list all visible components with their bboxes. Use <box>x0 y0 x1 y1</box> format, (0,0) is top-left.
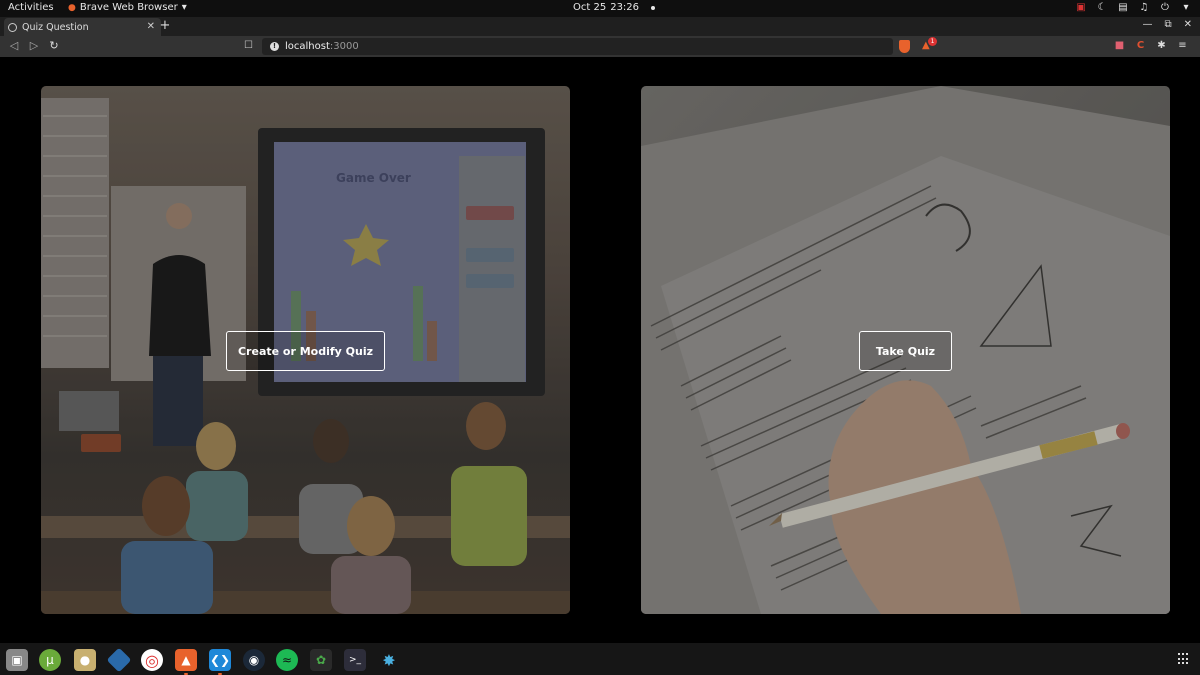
bookmark-icon[interactable]: ☐ <box>244 40 253 51</box>
globe-icon <box>8 22 17 32</box>
archive-icon[interactable]: ● <box>74 649 96 671</box>
brave-icon[interactable]: ▲ <box>175 649 197 675</box>
close-window-icon[interactable]: ✕ <box>1184 19 1192 30</box>
extension-icon[interactable]: ■ <box>1114 40 1125 51</box>
network-icon[interactable] <box>106 647 132 673</box>
restore-icon[interactable]: ⧉ <box>1164 19 1171 30</box>
address-bar[interactable]: ! localhost:3000 <box>262 38 893 55</box>
chevron-down-icon: ▾ <box>1183 2 1189 13</box>
help-lifebuoy-icon[interactable]: ◎ <box>141 649 163 671</box>
minimize-icon[interactable]: — <box>1142 19 1152 30</box>
brave-icon: ● <box>68 2 76 13</box>
clock-time: 23:26 <box>610 2 640 13</box>
url-port: :3000 <box>329 41 359 52</box>
night-light-icon: ☾ <box>1097 2 1107 13</box>
reload-icon[interactable]: ↻ <box>48 40 60 52</box>
files-icon[interactable]: ▣ <box>6 649 28 671</box>
steam-icon[interactable]: ◉ <box>243 649 265 671</box>
back-icon[interactable]: ◁ <box>8 40 20 52</box>
utorrent-icon[interactable]: μ <box>39 649 61 671</box>
extensions-puzzle-icon[interactable]: ✱ <box>1156 40 1167 51</box>
app-name: Brave Web Browser <box>79 2 178 13</box>
brave-rewards-icon[interactable]: ▲ 1 <box>922 37 937 52</box>
create-quiz-card[interactable]: Game Over Create or Modify Quiz <box>41 86 570 614</box>
chevron-down-icon: ▾ <box>181 2 187 13</box>
page-content: Game Over Create or Modify Quiz Take Qui… <box>0 57 1200 643</box>
system-tray[interactable]: ▣ ☾ ▤ ♫ ⏻ ▾ <box>1075 2 1192 14</box>
terminal-icon[interactable]: >_ <box>344 649 366 671</box>
screen-record-icon[interactable]: ▣ <box>1075 2 1087 14</box>
address-toolbar: ◁ ▷ ↻ ☐ ! localhost:3000 ▲ 1 ■ C ✱ ≡ <box>0 36 1200 57</box>
rewards-badge: 1 <box>928 37 937 46</box>
tab-strip: Quiz Question ✕ <box>0 17 1200 36</box>
app-menu[interactable]: ● Brave Web Browser ▾ <box>68 2 187 13</box>
clock-date: Oct 25 <box>573 2 607 13</box>
close-tab-icon[interactable]: ✕ <box>147 21 155 32</box>
create-modify-quiz-button[interactable]: Create or Modify Quiz <box>226 331 385 371</box>
browser-tab[interactable]: Quiz Question ✕ <box>4 18 161 36</box>
vscode-icon[interactable]: ❮❯ <box>209 649 231 675</box>
activities-button[interactable]: Activities <box>8 2 54 13</box>
url-host: localhost <box>285 41 330 52</box>
system-top-bar: Activities ● Brave Web Browser ▾ Oct 25 … <box>0 0 1200 17</box>
take-quiz-card[interactable]: Take Quiz <box>641 86 1170 614</box>
taskbar-dock: ▣ μ ● ◎ ▲ ❮❯ ◉ ≈ ✿ >_ ✸ <box>0 643 1200 675</box>
virus-icon[interactable]: ✸ <box>378 649 400 671</box>
notification-dot-icon <box>651 5 656 10</box>
spotify-icon[interactable]: ≈ <box>276 649 298 671</box>
network-icon: ▤ <box>1118 2 1128 13</box>
take-quiz-button[interactable]: Take Quiz <box>859 331 952 371</box>
tab-title: Quiz Question <box>22 21 89 33</box>
forward-icon[interactable]: ▷ <box>28 40 40 52</box>
brave-shields-icon[interactable] <box>899 40 910 53</box>
new-tab-button[interactable]: + <box>158 18 172 33</box>
show-apps-icon[interactable] <box>1178 653 1190 665</box>
extensions-area: ■ C ✱ ≡ <box>1114 40 1188 51</box>
window-controls: — ⧉ ✕ <box>1142 19 1192 30</box>
mongodb-icon[interactable]: ✿ <box>310 649 332 671</box>
clock[interactable]: Oct 25 23:26 <box>573 2 656 13</box>
extension-icon[interactable]: C <box>1135 40 1146 51</box>
menu-icon[interactable]: ≡ <box>1177 40 1188 51</box>
power-icon: ⏻ <box>1161 2 1169 13</box>
site-info-icon[interactable]: ! <box>270 42 279 51</box>
volume-icon: ♫ <box>1139 2 1149 13</box>
